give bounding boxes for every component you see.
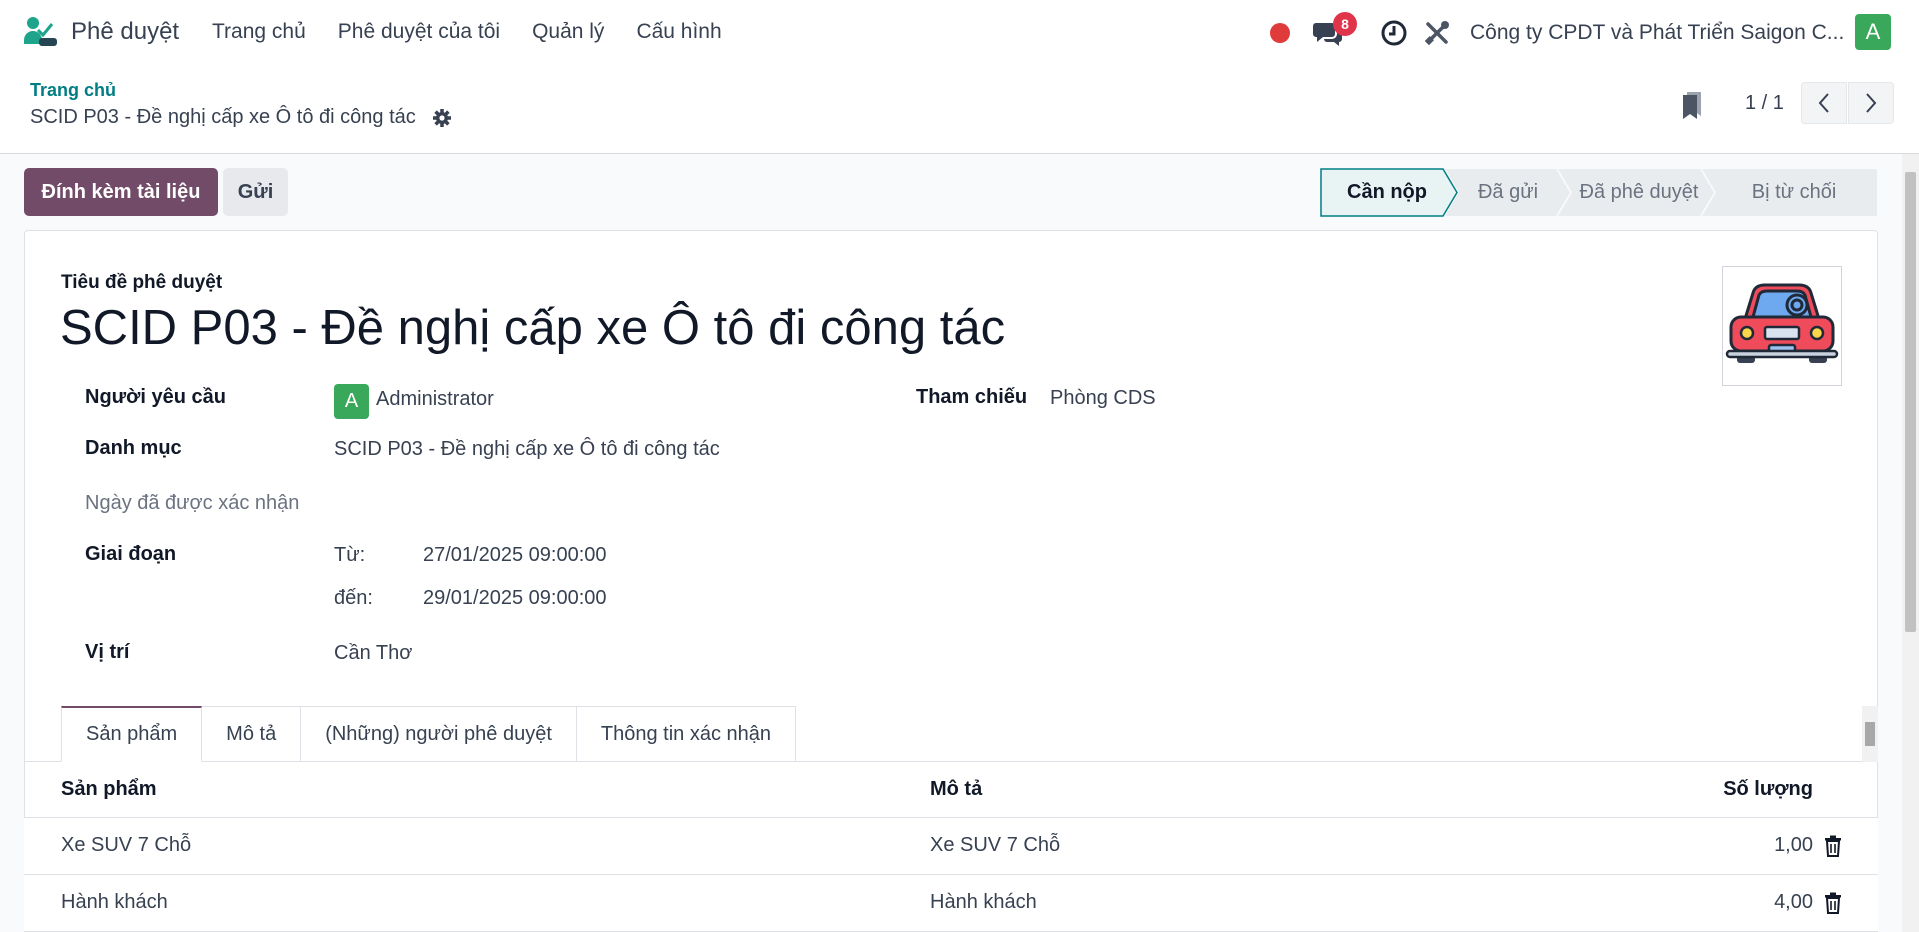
tabs-scrollbar-thumb[interactable] [1865,722,1875,746]
period-from-label: Từ: [334,544,366,566]
breadcrumb-current: SCID P03 - Đề nghị cấp xe Ô tô đi công t… [30,106,416,128]
reference-value[interactable]: Phòng CDS [1050,387,1156,410]
approvals-app-icon[interactable] [22,16,58,48]
tab-description[interactable]: Mô tả [202,706,302,762]
category-value[interactable]: SCID P03 - Đề nghị cấp xe Ô tô đi công t… [334,438,720,461]
send-button[interactable]: Gửi [223,168,288,216]
category-label: Danh mục [85,437,182,459]
record-dot-icon[interactable] [1270,23,1290,43]
requester-value[interactable]: Administrator [376,388,494,411]
table-row[interactable]: Xe SUV 7 Chỗ Xe SUV 7 Chỗ 1,00 [24,818,1878,875]
period-to-value[interactable]: 29/01/2025 09:00:00 [423,587,607,610]
title-caption: Tiêu đề phê duyệt [61,272,223,293]
page-scrollbar-thumb[interactable] [1905,172,1916,632]
chevron-left-icon [1818,93,1829,113]
menu-item-home[interactable]: Trang chủ [212,20,306,44]
tools-icon[interactable] [1423,19,1451,47]
status-step-approved[interactable]: Đã phê duyệt [1570,168,1708,217]
period-from-value[interactable]: 27/01/2025 09:00:00 [423,544,607,567]
bookmark-icon[interactable] [1680,90,1704,120]
attach-document-button[interactable]: Đính kèm tài liệu [24,168,218,216]
breadcrumb-home-link[interactable]: Trang chủ [30,80,116,101]
period-to-label: đến: [334,587,373,609]
product-cell[interactable]: Xe SUV 7 Chỗ [61,834,191,857]
quantity-cell[interactable]: 1,00 [1774,834,1813,857]
description-cell[interactable]: Hành khách [930,891,1037,914]
top-navbar: Phê duyệt Trang chủ Phê duyệt của tôi Qu… [0,0,1919,66]
clock-icon[interactable] [1380,19,1408,47]
quantity-cell[interactable]: 4,00 [1774,891,1813,914]
period-label: Giai đoạn [85,543,177,565]
location-label: Vị trí [85,641,130,663]
status-bar: Cần nộp Đã gửi Đã phê duyệt Bị từ chối [1320,168,1878,217]
car-icon [1725,283,1839,363]
status-step-submitted[interactable]: Đã gửi [1456,168,1560,217]
tabs-scrollbar[interactable] [1862,706,1878,762]
trash-icon[interactable] [1824,835,1842,857]
product-table-header: Sản phẩm Mô tả Số lượng [24,762,1878,818]
confirmed-date-label: Ngày đã được xác nhận [85,492,300,514]
chevron-right-icon [1866,93,1877,113]
product-cell[interactable]: Hành khách [61,891,168,914]
description-cell[interactable]: Xe SUV 7 Chỗ [930,834,1060,857]
gear-icon[interactable] [432,108,452,128]
category-image[interactable] [1722,266,1842,386]
notebook-tabs: Sản phẩm Mô tả (Những) người phê duyệt T… [61,706,797,762]
page-scrollbar[interactable] [1902,154,1919,932]
tab-products[interactable]: Sản phẩm [61,706,203,762]
app-name[interactable]: Phê duyệt [71,18,179,46]
control-panel: Trang chủ SCID P03 - Đề nghị cấp xe Ô tô… [0,66,1919,154]
menu-item-config[interactable]: Cấu hình [636,20,721,44]
pager-value[interactable]: 1 / 1 [1745,92,1784,115]
location-value[interactable]: Cần Thơ [334,642,412,665]
status-step-refused[interactable]: Bị từ chối [1714,168,1874,217]
pager-previous-button[interactable] [1801,82,1847,124]
table-row[interactable]: Hành khách Hành khách 4,00 [24,875,1878,932]
requester-label: Người yêu cầu [85,386,226,408]
record-title[interactable]: SCID P03 - Đề nghị cấp xe Ô tô đi công t… [60,300,1005,356]
menu-item-my-approvals[interactable]: Phê duyệt của tôi [338,20,500,44]
tab-approvers[interactable]: (Những) người phê duyệt [301,706,577,762]
main-menu: Trang chủ Phê duyệt của tôi Quản lý Cấu … [212,20,754,44]
notification-count-badge: 8 [1333,12,1357,36]
column-header-description[interactable]: Mô tả [930,778,982,801]
menu-item-manage[interactable]: Quản lý [532,20,604,44]
requester-avatar: A [334,384,369,419]
status-step-to-submit[interactable]: Cần nộp [1326,168,1448,217]
pager-next-button[interactable] [1848,82,1894,124]
user-avatar[interactable]: A [1855,14,1891,50]
tab-confirmation-info[interactable]: Thông tin xác nhận [576,706,797,762]
reference-label: Tham chiếu [916,386,1028,408]
column-header-product[interactable]: Sản phẩm [61,778,157,801]
column-header-quantity[interactable]: Số lượng [1723,778,1813,801]
trash-icon[interactable] [1824,892,1842,914]
company-switcher[interactable]: Công ty CPDT và Phát Triển Saigon C... [1470,21,1844,45]
